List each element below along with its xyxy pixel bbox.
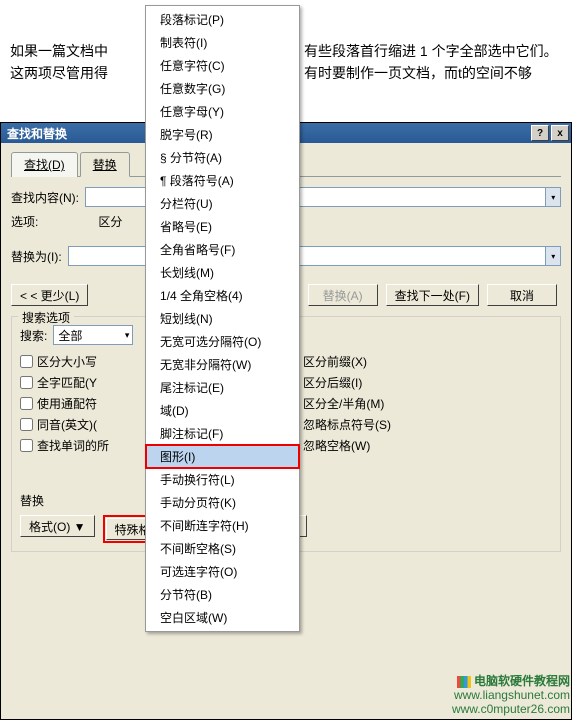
menu-item-0[interactable]: 段落标记(P) [146, 8, 299, 31]
menu-item-20[interactable]: 手动换行符(L) [146, 468, 299, 491]
search-direction-select[interactable]: 全部 [53, 325, 133, 345]
tab-find[interactable]: 查找(D) [11, 152, 78, 177]
menu-item-8[interactable]: 分栏符(U) [146, 192, 299, 215]
check-right-4[interactable]: 忽略空格(W) [286, 437, 552, 454]
replace-all-button[interactable]: 替换(A) [308, 284, 378, 306]
menu-item-14[interactable]: 无宽可选分隔符(O) [146, 330, 299, 353]
watermark: 电脑软硬件教程网 www.liangshunet.com www.c0mpute… [452, 674, 570, 716]
menu-item-16[interactable]: 尾注标记(E) [146, 376, 299, 399]
menu-item-6[interactable]: § 分节符(A) [146, 146, 299, 169]
menu-item-23[interactable]: 不间断空格(S) [146, 537, 299, 560]
menu-item-15[interactable]: 无宽非分隔符(W) [146, 353, 299, 376]
menu-item-24[interactable]: 可选连字符(O) [146, 560, 299, 583]
check-right-1[interactable]: 区分后缀(I) [286, 374, 552, 391]
menu-item-5[interactable]: 脱字号(R) [146, 123, 299, 146]
check-right-0[interactable]: 区分前缀(X) [286, 353, 552, 370]
menu-item-25[interactable]: 分节符(B) [146, 583, 299, 606]
options-text: 区分 [98, 213, 122, 230]
search-direction-label: 搜索: [20, 327, 47, 344]
find-next-button[interactable]: 查找下一处(F) [386, 284, 479, 306]
dialog-title: 查找和替换 [7, 125, 67, 142]
menu-item-26[interactable]: 空白区域(W) [146, 606, 299, 629]
less-button[interactable]: < < 更少(L) [11, 284, 88, 306]
find-label: 查找内容(N): [11, 189, 79, 206]
replace-dropdown[interactable]: ▾ [545, 246, 561, 266]
help-button[interactable]: ? [531, 125, 549, 141]
menu-item-10[interactable]: 全角省略号(F) [146, 238, 299, 261]
close-button[interactable]: x [551, 125, 569, 141]
menu-item-13[interactable]: 短划线(N) [146, 307, 299, 330]
menu-item-19[interactable]: 图形(I) [146, 445, 299, 468]
replace-label: 替换为(I): [11, 248, 62, 265]
menu-item-7[interactable]: ¶ 段落符号(A) [146, 169, 299, 192]
menu-item-22[interactable]: 不间断连字符(H) [146, 514, 299, 537]
options-label: 选项: [11, 213, 38, 230]
menu-item-17[interactable]: 域(D) [146, 399, 299, 422]
menu-item-9[interactable]: 省略号(E) [146, 215, 299, 238]
menu-item-12[interactable]: 1/4 全角空格(4) [146, 284, 299, 307]
flag-icon [457, 676, 471, 688]
menu-item-1[interactable]: 制表符(I) [146, 31, 299, 54]
special-format-menu: 段落标记(P)制表符(I)任意字符(C)任意数字(G)任意字母(Y)脱字号(R)… [145, 5, 300, 632]
tab-replace[interactable]: 替换 [80, 152, 130, 177]
menu-item-21[interactable]: 手动分页符(K) [146, 491, 299, 514]
replace-input[interactable] [68, 246, 546, 266]
check-right-2[interactable]: 区分全/半角(M) [286, 395, 552, 412]
replace-section-label: 替换 [20, 492, 44, 509]
format-button[interactable]: 格式(O) ▼ [20, 515, 95, 537]
menu-item-18[interactable]: 脚注标记(F) [146, 422, 299, 445]
menu-item-4[interactable]: 任意字母(Y) [146, 100, 299, 123]
menu-item-11[interactable]: 长划线(M) [146, 261, 299, 284]
cancel-button[interactable]: 取消 [487, 284, 557, 306]
search-options-title: 搜索选项 [18, 309, 74, 326]
check-right-3[interactable]: 忽略标点符号(S) [286, 416, 552, 433]
menu-item-2[interactable]: 任意字符(C) [146, 54, 299, 77]
menu-item-3[interactable]: 任意数字(G) [146, 77, 299, 100]
find-dropdown[interactable]: ▾ [545, 187, 561, 207]
